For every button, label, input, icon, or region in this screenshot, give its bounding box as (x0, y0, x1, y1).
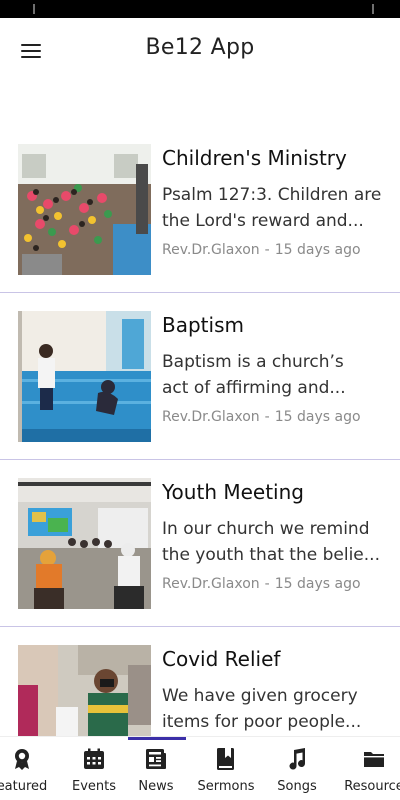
news-card[interactable]: Baptism Baptism is a church’s act of aff… (0, 293, 400, 460)
post-meta: Rev.Dr.Glaxon -15 days ago (162, 242, 361, 258)
post-excerpt: Baptism is a church’s act of affirming a… (162, 352, 346, 398)
tab-label: Sermons (197, 779, 255, 794)
baptism-photo (18, 311, 151, 442)
tab-songs[interactable]: Songs (262, 745, 332, 797)
app-bar: Be12 App (0, 18, 400, 84)
active-tab-indicator (128, 737, 186, 740)
post-time: 15 days ago (274, 576, 361, 592)
tab-sermons[interactable]: Sermons (191, 745, 261, 797)
post-author: Rev.Dr.Glaxon (162, 576, 260, 592)
post-excerpt: In our church we remind the youth that t… (162, 519, 380, 565)
app-title: Be12 App (145, 35, 255, 60)
calendar-icon (84, 748, 104, 769)
tab-label: Resource (344, 779, 400, 794)
music-note-icon (289, 748, 306, 770)
post-meta: Rev.Dr.Glaxon -15 days ago (162, 576, 361, 592)
post-title: Children's Ministry (162, 146, 347, 170)
post-title: Covid Relief (162, 647, 281, 671)
children-ministry-photo (18, 144, 151, 275)
post-time: 15 days ago (274, 242, 361, 258)
tab-label: eatured (0, 779, 48, 794)
post-meta: Rev.Dr.Glaxon -15 days ago (162, 409, 361, 425)
newspaper-icon (146, 749, 166, 769)
tab-label: Events (71, 779, 116, 794)
tab-events[interactable]: Events (59, 745, 129, 797)
folder-icon (364, 752, 384, 767)
signal-icon (33, 4, 35, 14)
award-icon (15, 749, 29, 770)
news-feed: Children's Ministry Psalm 127:3. Childre… (0, 126, 400, 794)
tab-resources[interactable]: Resource (339, 745, 400, 797)
status-bar (0, 0, 400, 18)
post-title: Youth Meeting (162, 480, 304, 504)
news-card[interactable]: Children's Ministry Psalm 127:3. Childre… (0, 126, 400, 293)
tab-news[interactable]: News (121, 745, 191, 797)
post-author: Rev.Dr.Glaxon (162, 242, 260, 258)
tab-featured[interactable]: eatured (0, 745, 57, 797)
bookmark-book-icon (217, 748, 234, 770)
tab-label: Songs (277, 779, 317, 794)
post-excerpt: Psalm 127:3. Children are the Lord's rew… (162, 185, 382, 231)
post-title: Baptism (162, 313, 244, 337)
youth-meeting-photo (18, 478, 151, 609)
battery-icon (372, 4, 374, 14)
bottom-navigation: eatured Events News Sermons Songs Resour… (0, 736, 400, 800)
post-author: Rev.Dr.Glaxon (162, 409, 260, 425)
tab-label: News (138, 779, 174, 794)
news-card[interactable]: Youth Meeting In our church we remind th… (0, 460, 400, 627)
post-time: 15 days ago (274, 409, 361, 425)
post-excerpt: We have given grocery items for poor peo… (162, 686, 362, 732)
